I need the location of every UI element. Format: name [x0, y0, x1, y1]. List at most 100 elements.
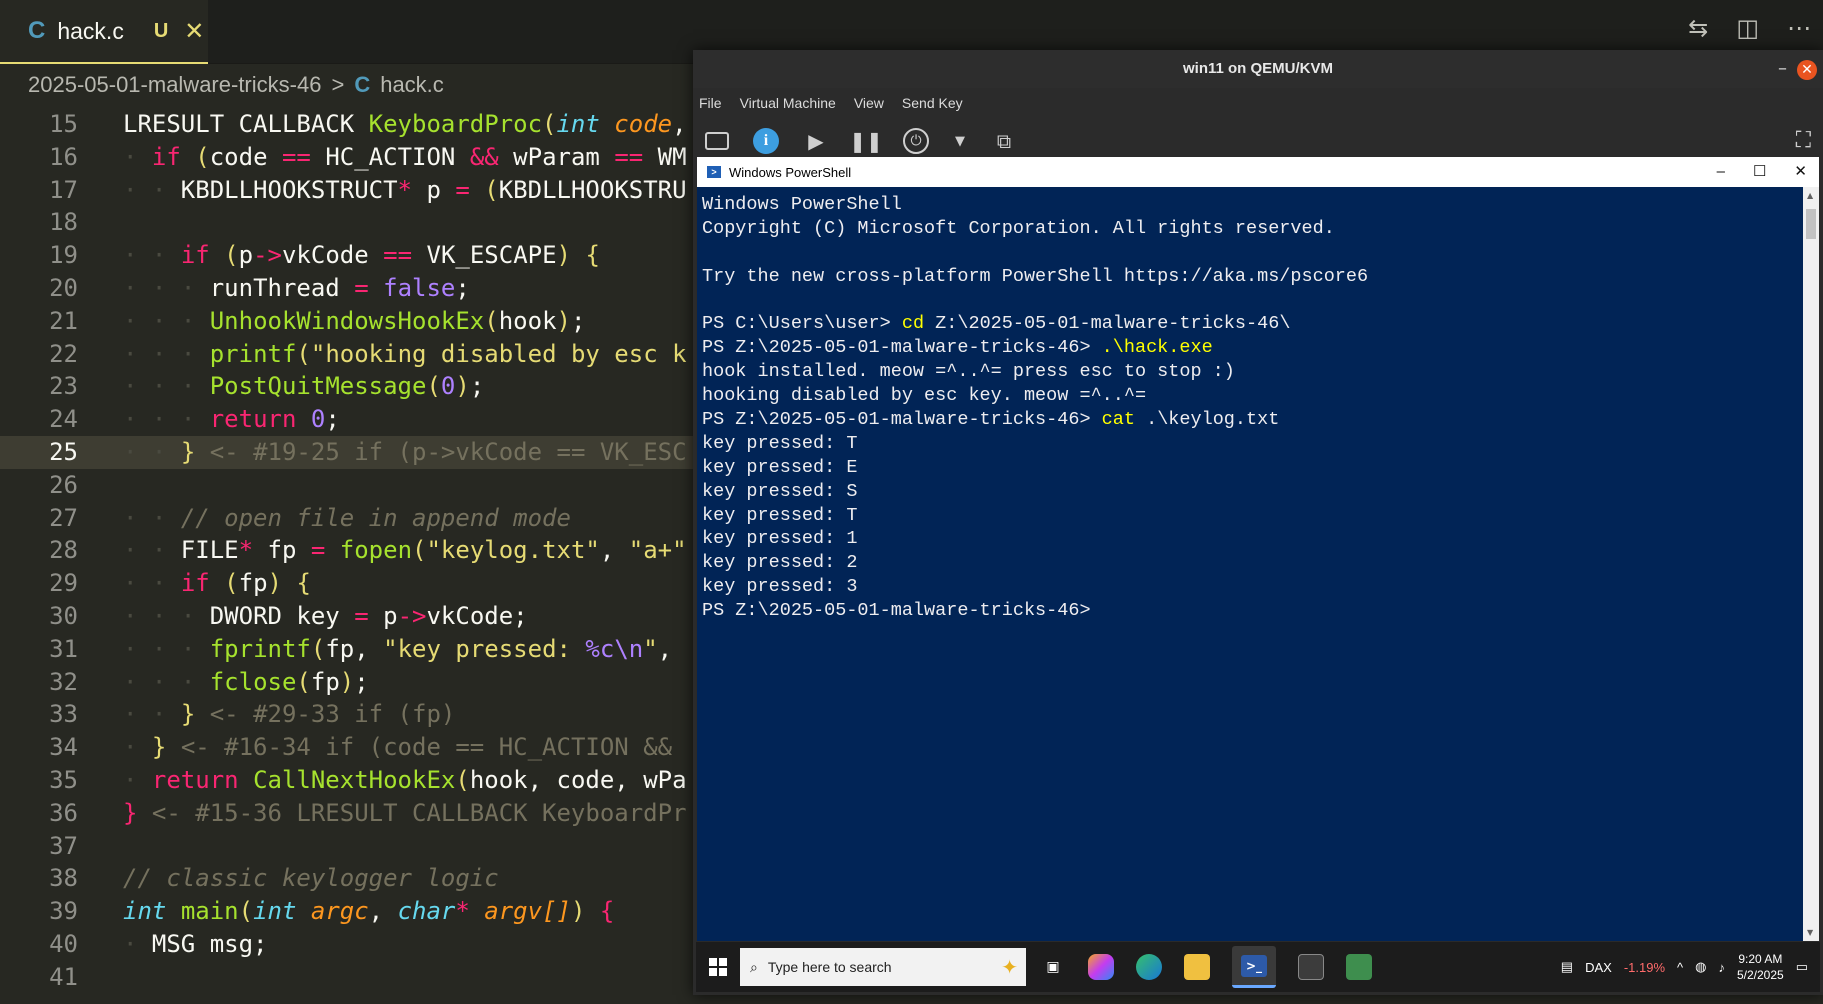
- scroll-up-icon[interactable]: ▲: [1807, 191, 1813, 200]
- system-tray: ▤ DAX -1.19% ^ ◍ ♪ 9:20 AM 5/2/2025 ▭: [1561, 951, 1820, 983]
- console-line: PS C:\Users\user> cd Z:\2025-05-01-malwa…: [702, 312, 1792, 336]
- chevron-up-icon[interactable]: ^: [1677, 960, 1683, 975]
- monitor-icon[interactable]: [705, 132, 729, 150]
- code-line: 36} <- #15-36 LRESULT CALLBACK KeyboardP…: [49, 798, 687, 827]
- power-icon[interactable]: ⏻: [903, 128, 929, 154]
- console-line: PS Z:\2025-05-01-malware-tricks-46>: [702, 600, 1091, 622]
- console-line: Copyright (C) Microsoft Corporation. All…: [702, 217, 1335, 239]
- c-file-icon: C: [354, 72, 371, 97]
- clock[interactable]: 9:20 AM 5/2/2025: [1737, 951, 1784, 983]
- news-icon[interactable]: ▤: [1561, 959, 1573, 975]
- taskbar-search[interactable]: ⌕ Type here to search ✦: [740, 948, 1026, 986]
- app-icon[interactable]: [1346, 954, 1372, 980]
- search-placeholder: Type here to search: [767, 959, 892, 975]
- menu-send-key[interactable]: Send Key: [902, 95, 963, 111]
- code-line: 21 · · · UnhookWindowsHookEx(hook);: [49, 306, 586, 335]
- menu-virtual-machine[interactable]: Virtual Machine: [740, 95, 836, 111]
- taskbar-apps: ▣ >_: [1040, 946, 1372, 988]
- console-line: key pressed: 1: [702, 528, 858, 550]
- play-icon[interactable]: ▶: [803, 128, 829, 154]
- windows-taskbar: ⌕ Type here to search ✦ ▣ >_ ▤ DAX -1.19…: [696, 942, 1820, 992]
- code-line: 24 · · · return 0;: [49, 405, 340, 434]
- code-line: 35 · return CallNextHookEx(hook, code, wP…: [49, 765, 687, 794]
- prompt: PS C:\Users\user>: [702, 313, 902, 335]
- info-icon[interactable]: i: [753, 128, 779, 154]
- console-line: PS Z:\2025-05-01-malware-tricks-46> cat …: [702, 408, 1792, 432]
- network-icon[interactable]: ◍: [1695, 959, 1706, 975]
- code-line: 27 · · // open file in append mode: [49, 503, 571, 532]
- code-line: 34 · } <- #16-34 if (code == HC_ACTION &&: [49, 733, 673, 762]
- code-line: 23 · · · PostQuitMessage(0);: [49, 372, 485, 401]
- start-button[interactable]: [696, 958, 740, 976]
- notification-icon[interactable]: ▭: [1796, 959, 1808, 975]
- minimize-icon[interactable]: –: [1778, 50, 1787, 88]
- code-line: 22 · · · printf("hooking disabled by esc …: [49, 339, 687, 368]
- close-icon[interactable]: ✕: [1794, 157, 1807, 187]
- code-line: 18: [49, 208, 78, 237]
- console-line: Windows PowerShell: [702, 194, 902, 215]
- file-explorer-icon[interactable]: [1184, 954, 1210, 980]
- code-line: 28 · · FILE* fp = fopen("keylog.txt", "a+…: [49, 536, 687, 565]
- copilot-icon[interactable]: [1088, 954, 1114, 980]
- editor-actions: ⇆ ◫ ⋯: [1688, 14, 1811, 42]
- powershell-console[interactable]: Windows PowerShell Copyright (C) Microso…: [702, 193, 1792, 623]
- code-line: 37: [49, 831, 78, 860]
- code-line: 15 LRESULT CALLBACK KeyboardProc(int code…: [49, 110, 687, 138]
- console-line: key pressed: T: [702, 432, 858, 454]
- stock-change: -1.19%: [1623, 959, 1666, 975]
- powershell-icon: >_: [1241, 954, 1267, 977]
- terminal-icon[interactable]: [1298, 954, 1324, 980]
- vertical-scrollbar[interactable]: ▲ ▼: [1803, 187, 1819, 941]
- command-args: .\keylog.txt: [1134, 409, 1280, 431]
- vm-title: win11 on QEMU/KVM: [693, 50, 1823, 88]
- search-highlight-icon: ✦: [1001, 956, 1018, 979]
- task-view-icon[interactable]: ▣: [1040, 954, 1066, 980]
- scroll-thumb[interactable]: [1806, 209, 1816, 239]
- powershell-taskbar-button[interactable]: >_: [1232, 946, 1276, 988]
- breadcrumb-folder[interactable]: 2025-05-01-malware-tricks-46: [28, 72, 321, 98]
- search-icon: ⌕: [750, 958, 758, 975]
- edge-icon[interactable]: [1136, 954, 1162, 980]
- menu-file[interactable]: File: [699, 95, 722, 111]
- scroll-down-icon[interactable]: ▼: [1807, 928, 1813, 937]
- fullscreen-icon[interactable]: ⛶: [1796, 128, 1811, 153]
- console-line: key pressed: E: [702, 456, 858, 478]
- screenshot-icon[interactable]: ⧉: [991, 128, 1017, 154]
- powershell-titlebar[interactable]: > Windows PowerShell – ☐ ✕: [697, 157, 1819, 187]
- volume-icon[interactable]: ♪: [1718, 960, 1725, 975]
- code-line: 33 · · } <- #29-33 if (fp): [49, 700, 456, 729]
- breadcrumb-file[interactable]: hack.c: [380, 72, 444, 98]
- pause-icon[interactable]: ❚❚: [849, 128, 883, 154]
- breadcrumb: 2025-05-01-malware-tricks-46 > C hack.c: [28, 70, 444, 100]
- split-editor-icon[interactable]: ◫: [1736, 14, 1759, 42]
- powershell-icon: >: [707, 166, 721, 178]
- code-line: 16 · if (code == HC_ACTION && wParam == W…: [49, 142, 687, 171]
- close-icon[interactable]: ✕: [184, 17, 204, 45]
- stock-name[interactable]: DAX: [1585, 960, 1612, 975]
- clock-time: 9:20 AM: [1738, 952, 1783, 966]
- window-controls: – ☐ ✕: [1717, 157, 1807, 187]
- minimize-icon[interactable]: –: [1717, 157, 1725, 187]
- powershell-window[interactable]: > Windows PowerShell – ☐ ✕ Windows Power…: [696, 156, 1820, 942]
- code-line: 19 · · if (p->vkCode == VK_ESCAPE) {: [49, 241, 600, 270]
- dropdown-icon[interactable]: ▼: [953, 128, 967, 154]
- console-line: hook installed. meow =^..^= press esc to…: [702, 361, 1235, 383]
- code-line: 40 · MSG msg;: [49, 929, 268, 958]
- console-line: key pressed: 3: [702, 576, 858, 598]
- menu-view[interactable]: View: [854, 95, 884, 111]
- source-control-icon[interactable]: ⇆: [1688, 14, 1708, 42]
- console-line: key pressed: S: [702, 480, 858, 502]
- close-icon[interactable]: ✕: [1797, 60, 1817, 80]
- c-file-icon: C: [28, 17, 46, 44]
- qemu-window: win11 on QEMU/KVM – ✕ File Virtual Machi…: [693, 50, 1823, 995]
- code-line-current: 25 · · } <- #19-25 if (p->vkCode == VK_ES…: [0, 435, 700, 469]
- command: cat: [1101, 409, 1135, 431]
- tab-hack-c[interactable]: C hack.c U ✕: [0, 0, 208, 64]
- code-line: 29 · · if (fp) {: [49, 569, 311, 598]
- guest-desktop[interactable]: > Windows PowerShell – ☐ ✕ Windows Power…: [696, 156, 1820, 992]
- more-icon[interactable]: ⋯: [1787, 14, 1811, 42]
- maximize-icon[interactable]: ☐: [1753, 157, 1766, 187]
- console-line: key pressed: 2: [702, 552, 858, 574]
- code-view[interactable]: 15 LRESULT CALLBACK KeyboardProc(int code…: [0, 108, 700, 994]
- code-line: 32 · · · fclose(fp);: [49, 667, 369, 696]
